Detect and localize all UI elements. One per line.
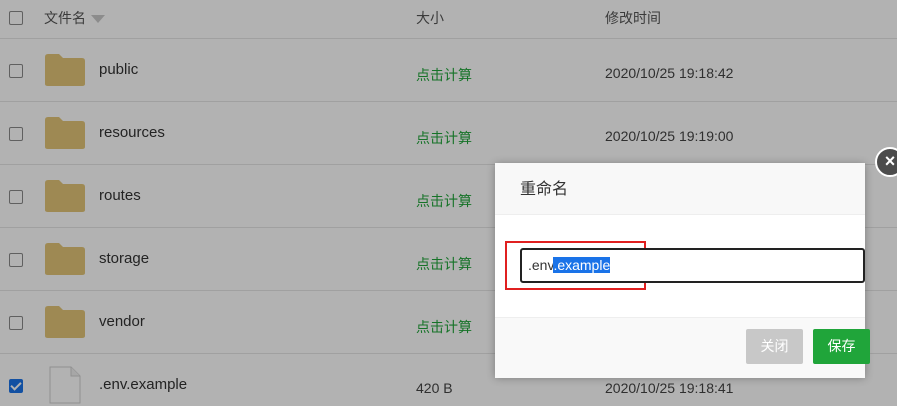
dialog-title: 重命名	[495, 163, 865, 215]
dialog-footer: 关闭 保存	[495, 317, 870, 378]
rename-dialog: 重命名 .env.example 关闭 保存	[495, 163, 870, 378]
input-text-prefix: .env	[528, 257, 554, 273]
save-button[interactable]: 保存	[813, 329, 870, 364]
input-text-selected: .example	[553, 257, 611, 273]
close-icon[interactable]: ×	[875, 147, 897, 177]
rename-input[interactable]: .env.example	[520, 248, 865, 283]
close-button[interactable]: 关闭	[746, 329, 803, 364]
